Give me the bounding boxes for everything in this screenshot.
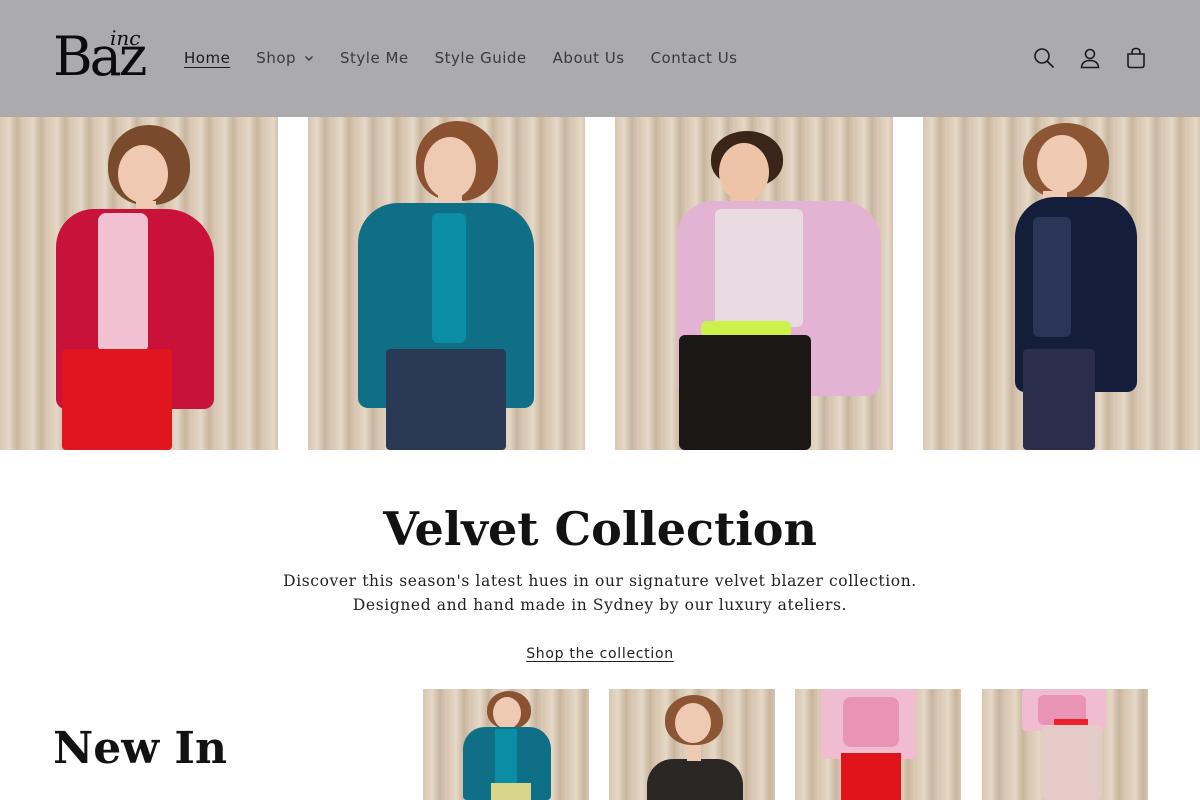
nav-shop-label: Shop <box>256 49 297 67</box>
collection-desc-line-2: Designed and hand made in Sydney by our … <box>352 596 848 614</box>
product-card-teal-blazer[interactable] <box>423 689 589 800</box>
hero-image-teal-blazer[interactable] <box>308 117 585 450</box>
nav-about-us-label: About Us <box>552 49 625 67</box>
nav-home-label: Home <box>184 49 231 67</box>
chevron-down-icon <box>305 56 314 61</box>
hero-image-pink-blazer[interactable] <box>615 117 893 450</box>
cart-button[interactable] <box>1124 46 1148 70</box>
nav-about-us[interactable]: About Us <box>553 49 625 67</box>
nav-home[interactable]: Home <box>184 49 230 67</box>
nav-shop[interactable]: Shop <box>256 49 314 67</box>
account-button[interactable] <box>1078 46 1102 70</box>
search-button[interactable] <box>1032 46 1056 70</box>
collection-title: Velvet Collection <box>383 502 817 556</box>
brand-logo[interactable]: Baz inc <box>53 28 148 86</box>
collection-desc-line-1: Discover this season's latest hues in ou… <box>283 572 917 590</box>
search-icon <box>1034 48 1055 69</box>
product-card-pink-floral-red-pants[interactable] <box>795 689 961 800</box>
product-card-pink-floral-satin-skirt[interactable] <box>982 689 1148 800</box>
hero-image-grid <box>0 117 1200 450</box>
nav-style-guide[interactable]: Style Guide <box>435 49 527 67</box>
shop-collection-link[interactable]: Shop the collection <box>526 646 674 662</box>
header-icons <box>1010 46 1148 70</box>
nav-style-guide-label: Style Guide <box>434 49 527 67</box>
nav-style-me[interactable]: Style Me <box>340 49 409 67</box>
site-header: Baz inc Home Shop Style Me Style Guide A… <box>0 0 1200 117</box>
nav-style-me-label: Style Me <box>340 49 409 67</box>
main-nav: Home Shop Style Me Style Guide About Us … <box>184 47 764 69</box>
cart-icon <box>1127 47 1145 69</box>
nav-contact-us[interactable]: Contact Us <box>651 49 738 67</box>
new-in-title: New In <box>53 723 227 774</box>
collection-link-wrap: Shop the collection <box>0 645 1200 663</box>
collection-description: Discover this season's latest hues in ou… <box>0 569 1200 617</box>
hero-image-red-blazer[interactable] <box>0 117 278 450</box>
product-card-black-shirt[interactable] <box>609 689 775 800</box>
account-icon <box>1080 48 1100 69</box>
logo-sub-text: inc <box>110 26 141 50</box>
hero-image-navy-blazer[interactable] <box>923 117 1200 450</box>
nav-contact-us-label: Contact Us <box>650 49 738 67</box>
